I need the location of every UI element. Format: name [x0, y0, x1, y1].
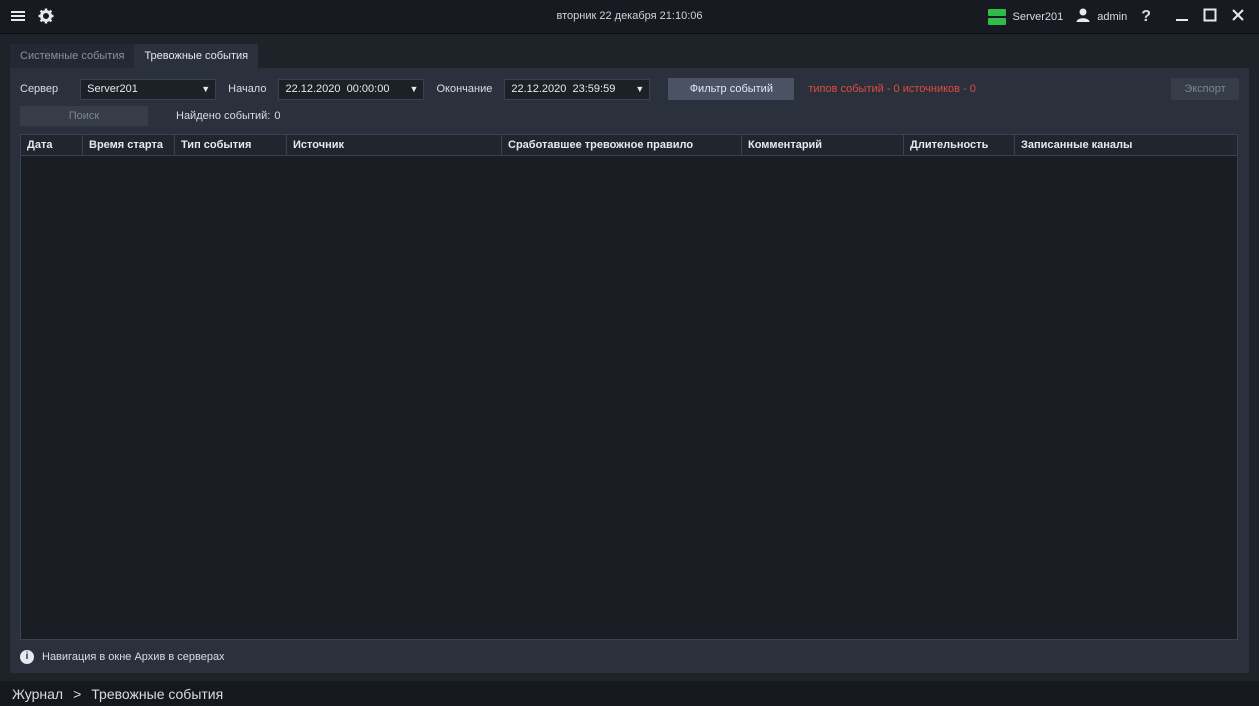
- chevron-down-icon: ▼: [409, 83, 419, 94]
- chevron-down-icon: ▼: [635, 83, 645, 94]
- info-text: Навигация в окне Архив в серверах: [42, 651, 225, 663]
- column-date[interactable]: Дата: [21, 135, 83, 155]
- server-label: Сервер: [20, 83, 59, 95]
- breadcrumb-root[interactable]: Журнал: [12, 686, 63, 702]
- search-row: Поиск Найдено событий: 0: [20, 106, 280, 126]
- close-icon[interactable]: [1227, 8, 1249, 26]
- breadcrumb: Журнал > Тревожные события: [0, 681, 1259, 706]
- user-name[interactable]: admin: [1097, 11, 1127, 23]
- column-comment[interactable]: Комментарий: [742, 135, 904, 155]
- found-events-count: 0: [274, 110, 281, 122]
- search-button[interactable]: Поиск: [20, 106, 148, 126]
- info-icon: i: [20, 650, 34, 664]
- column-source[interactable]: Источник: [287, 135, 502, 155]
- column-event-type[interactable]: Тип события: [175, 135, 287, 155]
- tab-system-events[interactable]: Системные события: [10, 44, 135, 68]
- end-label: Окончание: [436, 83, 493, 95]
- gear-icon[interactable]: [38, 8, 54, 27]
- filter-toolbar: Сервер Server201 ▼ Начало 22.12.2020 00:…: [20, 78, 976, 100]
- info-bar: i Навигация в окне Архив в серверах: [20, 650, 225, 664]
- chevron-down-icon: ▼: [201, 83, 211, 94]
- start-label: Начало: [228, 83, 267, 95]
- tab-alarm-events[interactable]: Тревожные события: [134, 44, 259, 68]
- filter-status-text: типов событий - 0 источников - 0: [808, 83, 976, 95]
- server-select[interactable]: Server201 ▼: [80, 78, 217, 100]
- end-datetime-picker[interactable]: 22.12.2020 23:59:59 ▼: [504, 78, 651, 100]
- breadcrumb-current: Тревожные события: [91, 685, 224, 702]
- maximize-icon[interactable]: [1199, 8, 1221, 26]
- export-button[interactable]: Экспорт: [1171, 78, 1239, 100]
- column-alarm-rule[interactable]: Сработавшее тревожное правило: [502, 135, 742, 155]
- table-header: Дата Время старта Тип события Источник С…: [21, 135, 1237, 156]
- user-icon[interactable]: [1075, 7, 1091, 26]
- server-icon[interactable]: [988, 8, 1007, 25]
- start-datetime-picker[interactable]: 22.12.2020 00:00:00 ▼: [278, 78, 425, 100]
- title-bar: вторник 22 декабря 21:10:06 Server201 ad…: [0, 0, 1259, 34]
- help-icon[interactable]: ?: [1141, 8, 1151, 26]
- menu-icon[interactable]: [10, 8, 26, 27]
- minimize-icon[interactable]: [1171, 8, 1193, 26]
- found-events-label: Найдено событий:: [176, 110, 271, 122]
- breadcrumb-separator: >: [73, 685, 82, 702]
- start-datetime-value: 22.12.2020 00:00:00: [285, 82, 390, 95]
- event-filter-button[interactable]: Фильтр событий: [668, 78, 795, 100]
- column-start-time[interactable]: Время старта: [83, 135, 175, 155]
- server-select-value: Server201: [87, 82, 138, 95]
- end-datetime-value: 22.12.2020 23:59:59: [511, 82, 616, 95]
- events-table[interactable]: Дата Время старта Тип события Источник С…: [20, 134, 1238, 640]
- tab-bar: Системные события Тревожные события: [10, 44, 259, 68]
- column-duration[interactable]: Длительность: [904, 135, 1015, 155]
- alarm-events-panel: Сервер Server201 ▼ Начало 22.12.2020 00:…: [10, 68, 1249, 673]
- server-name[interactable]: Server201: [1012, 11, 1063, 23]
- column-recorded-channels[interactable]: Записанные каналы: [1015, 135, 1237, 155]
